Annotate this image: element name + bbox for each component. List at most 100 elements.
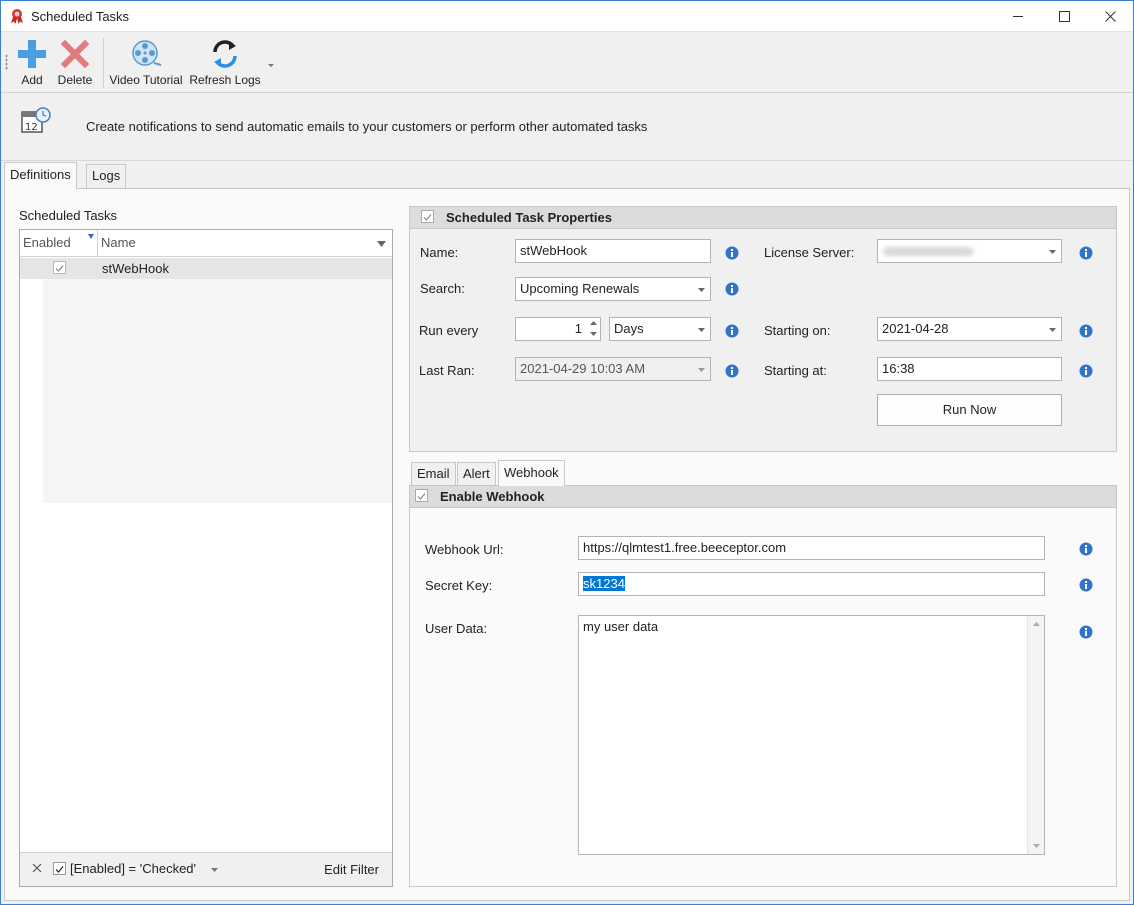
delete-label: Delete [57,73,93,87]
search-dropdown-value: Upcoming Renewals [520,281,640,296]
clear-filter-icon[interactable] [32,863,42,873]
task-properties-title: Scheduled Task Properties [446,210,612,225]
tab-webhook[interactable]: Webhook [498,460,565,486]
filter-bar: [Enabled] = 'Checked' Edit Filter [20,852,392,886]
chevron-down-icon[interactable] [211,868,218,872]
spin-up-icon[interactable] [590,321,597,325]
spin-down-icon[interactable] [590,332,597,336]
title-bar: Scheduled Tasks [1,1,1133,32]
calendar-clock-icon: 12 [21,107,51,133]
info-icon[interactable] [1079,324,1093,338]
refresh-logs-label: Refresh Logs [189,73,261,87]
window-title: Scheduled Tasks [31,9,130,24]
run-every-value: 1 [574,321,582,336]
starting-at-label: Starting at: [764,363,827,378]
search-dropdown[interactable]: Upcoming Renewals [515,277,711,301]
toolbar-separator [103,38,104,88]
toolbar-grip[interactable] [5,54,8,70]
scroll-down-icon[interactable] [1033,844,1040,848]
table-row[interactable]: stWebHook [20,258,392,279]
tab-definitions[interactable]: Definitions [4,162,77,189]
info-icon[interactable] [725,282,739,296]
checkmark-icon [423,214,432,221]
refresh-logs-button[interactable]: Refresh Logs [189,36,261,90]
starting-on-datepicker[interactable]: 2021-04-28 [877,317,1062,341]
banner-text: Create notifications to send automatic e… [86,119,648,134]
row-enabled-checkbox[interactable] [53,261,66,274]
name-input[interactable]: stWebHook [515,239,711,263]
toolbar: Add Delete Video Tutorial Refresh Logs [1,32,1133,93]
close-icon [1104,11,1116,22]
close-button[interactable] [1087,1,1133,32]
run-every-spinner[interactable]: 1 [515,317,601,341]
secret-key-value: sk1234 [583,576,625,591]
chevron-down-icon [698,288,705,292]
maximize-icon [1058,11,1070,22]
user-data-value: my user data [583,619,659,634]
starting-on-value: 2021-04-28 [882,321,949,336]
ribbon-icon [11,9,23,24]
run-now-button[interactable]: Run Now [877,394,1062,426]
tasks-grid: Enabled Name stWebHook [Enabled] = 'Chec… [19,229,393,887]
tab-alert[interactable]: Alert [457,462,496,486]
user-data-textarea[interactable]: my user data [578,615,1045,855]
secret-key-label: Secret Key: [425,578,493,593]
minimize-icon [1012,16,1023,17]
info-icon[interactable] [1079,578,1093,592]
info-icon[interactable] [725,364,739,378]
column-header-name[interactable]: Name [98,230,392,257]
scheduled-tasks-list-title: Scheduled Tasks [19,208,118,223]
scroll-up-icon[interactable] [1033,622,1040,626]
secret-key-input[interactable]: sk1234 [578,572,1045,596]
info-icon[interactable] [1079,246,1093,260]
row-name-cell: stWebHook [102,261,169,276]
tab-email[interactable]: Email [411,462,456,486]
search-label: Search: [420,281,465,296]
info-icon[interactable] [1079,625,1093,639]
add-label: Add [21,73,43,87]
toolbar-overflow-icon[interactable] [266,54,276,68]
info-icon[interactable] [725,246,739,260]
video-tutorial-button[interactable]: Video Tutorial [107,36,185,90]
user-data-label: User Data: [425,621,488,636]
task-properties-header: Scheduled Task Properties [410,207,1116,229]
delete-button[interactable]: Delete [54,36,96,90]
column-header-enabled-label: Enabled [23,235,71,250]
info-icon[interactable] [1079,364,1093,378]
filter-enabled-checkbox[interactable] [53,862,66,875]
filter-expression[interactable]: [Enabled] = 'Checked' [70,861,196,876]
film-reel-icon [132,40,162,66]
scheduled-tasks-window: Scheduled Tasks Add Delete Video Tutoria… [0,0,1134,905]
starting-on-label: Starting on: [764,323,831,338]
enable-webhook-checkbox[interactable] [415,489,428,502]
checkmark-icon [417,493,426,500]
maximize-button[interactable] [1041,1,1087,32]
video-tutorial-label: Video Tutorial [109,73,183,87]
user-data-scrollbar[interactable] [1027,616,1044,854]
refresh-icon [213,40,237,68]
minimize-button[interactable] [995,1,1041,32]
task-properties-checkbox[interactable] [421,210,434,223]
filter-active-icon[interactable] [88,234,94,239]
starting-at-input[interactable]: 16:38 [877,357,1062,381]
chevron-down-icon [1049,328,1056,332]
enable-webhook-header: Enable Webhook [410,486,1116,508]
edit-filter-link[interactable]: Edit Filter [324,862,379,877]
add-button[interactable]: Add [14,36,50,90]
webhook-url-input[interactable]: https://qlmtest1.free.beeceptor.com [578,536,1045,560]
license-server-dropdown[interactable] [877,239,1062,263]
info-icon[interactable] [1079,542,1093,556]
last-ran-value: 2021-04-29 10:03 AM [520,361,646,376]
chevron-down-icon[interactable] [377,241,386,247]
redacted-value [883,247,973,256]
last-ran-label: Last Ran: [419,363,475,378]
enable-webhook-label: Enable Webhook [440,489,545,504]
last-ran-dropdown: 2021-04-29 10:03 AM [515,357,711,381]
tab-logs[interactable]: Logs [86,164,127,188]
column-header-enabled[interactable]: Enabled [20,230,98,257]
chevron-down-icon [1049,250,1056,254]
info-icon[interactable] [725,324,739,338]
grid-empty-area [43,279,392,503]
run-every-unit-dropdown[interactable]: Days [609,317,711,341]
column-header-name-label: Name [101,235,136,250]
